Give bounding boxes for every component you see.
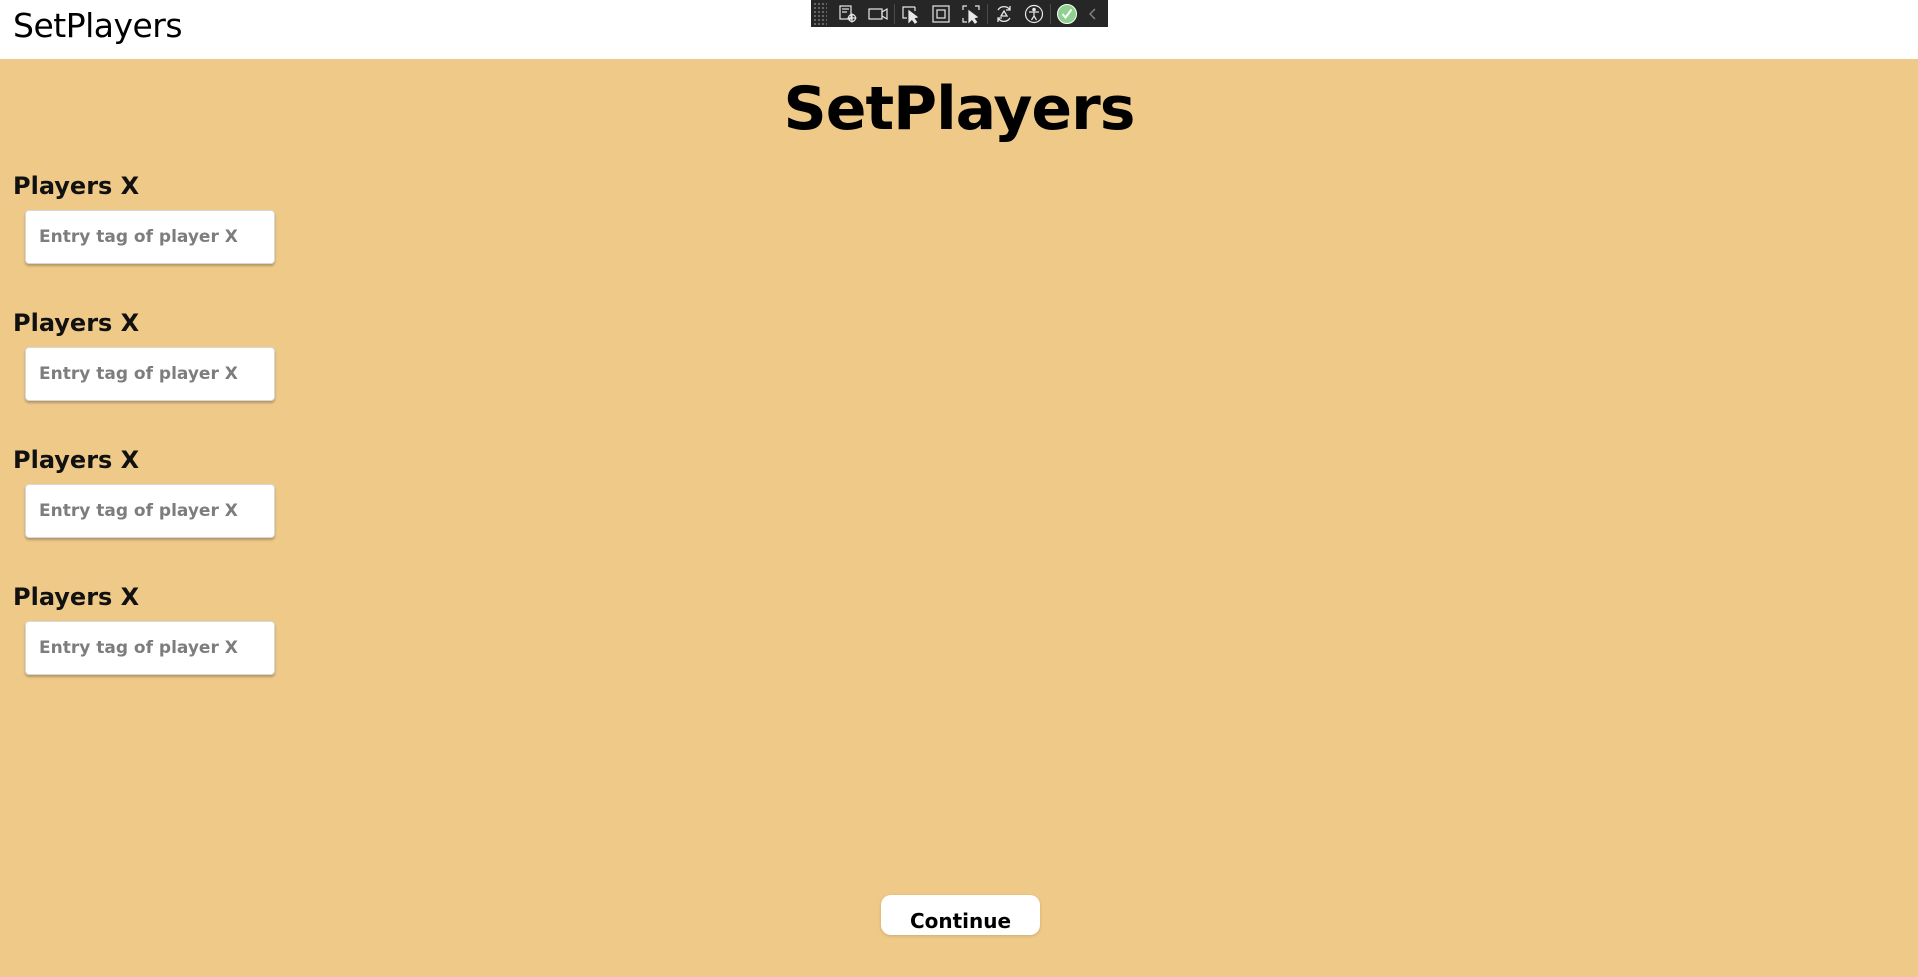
page-content: SetPlayers Players X Players X Players X…: [0, 59, 1918, 977]
live-visual-tree-icon[interactable]: [833, 0, 863, 27]
player-tag-input-3[interactable]: [25, 484, 275, 538]
toolbar-separator: [894, 3, 895, 24]
player-label: Players X: [13, 309, 140, 337]
video-camera-icon[interactable]: [863, 0, 893, 27]
player-tag-input-1[interactable]: [25, 210, 275, 264]
window-title: SetPlayers: [13, 6, 183, 45]
debug-toolbar: [811, 0, 1108, 27]
continue-button[interactable]: Continue: [881, 895, 1040, 935]
select-element-icon[interactable]: [896, 0, 926, 27]
player-tag-input-2[interactable]: [25, 347, 275, 401]
player-label: Players X: [13, 172, 140, 200]
hot-reload-icon[interactable]: [989, 0, 1019, 27]
window-titlebar: SetPlayers: [0, 0, 1918, 59]
toolbar-separator: [1050, 3, 1051, 24]
player-label: Players X: [13, 583, 140, 611]
accessibility-checker-icon[interactable]: [1019, 0, 1049, 27]
page-title: SetPlayers: [783, 74, 1136, 144]
player-tag-input-4[interactable]: [25, 621, 275, 675]
player-entry-1: Players X: [13, 170, 275, 264]
player-label: Players X: [13, 446, 140, 474]
toolbar-separator: [987, 3, 988, 24]
player-entry-3: Players X: [13, 444, 275, 538]
check-ok-icon[interactable]: [1052, 0, 1082, 27]
player-entry-2: Players X: [13, 307, 275, 401]
toolbar-grip[interactable]: [813, 1, 827, 26]
player-entry-4: Players X: [13, 581, 275, 675]
display-layout-adorners-icon[interactable]: [926, 0, 956, 27]
track-focused-element-icon[interactable]: [956, 0, 986, 27]
collapse-chevron-icon[interactable]: [1082, 0, 1102, 27]
